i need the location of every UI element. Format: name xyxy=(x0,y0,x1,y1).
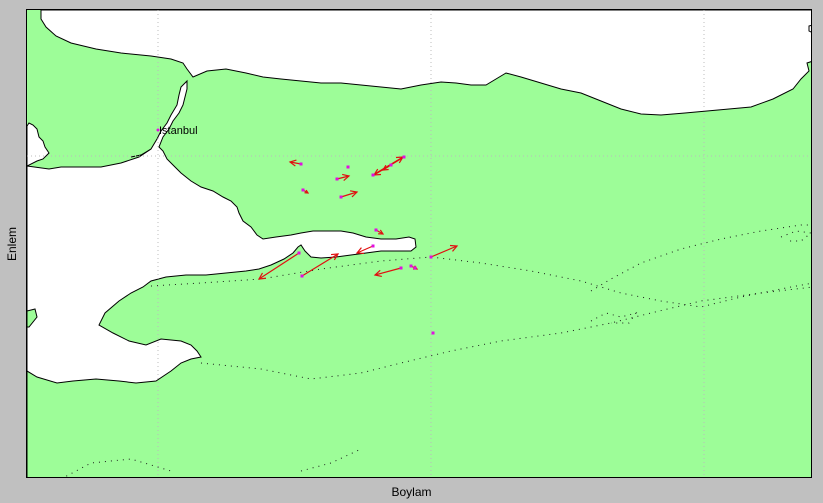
gps-station xyxy=(374,228,378,232)
gps-station xyxy=(371,173,375,177)
gps-station xyxy=(300,274,304,278)
gps-station xyxy=(339,195,343,199)
gps-station xyxy=(429,255,433,259)
gps-station xyxy=(413,266,417,270)
city-label-istanbul: Istanbul xyxy=(159,125,198,137)
gps-station xyxy=(409,264,413,268)
gps-station xyxy=(399,266,403,270)
gps-station xyxy=(297,251,301,255)
gps-station xyxy=(335,177,339,181)
gps-station xyxy=(389,163,393,167)
gps-station xyxy=(299,162,303,166)
gps-station xyxy=(346,165,350,169)
map-canvas: Istanbul xyxy=(27,10,811,477)
gps-station xyxy=(301,188,305,192)
x-axis-label: Boylam xyxy=(391,485,432,499)
gps-station xyxy=(402,155,406,159)
map-frame: Istanbul xyxy=(26,9,812,478)
gps-station xyxy=(431,331,435,335)
gps-station xyxy=(371,244,375,248)
y-axis-label: Enlem xyxy=(5,227,19,262)
